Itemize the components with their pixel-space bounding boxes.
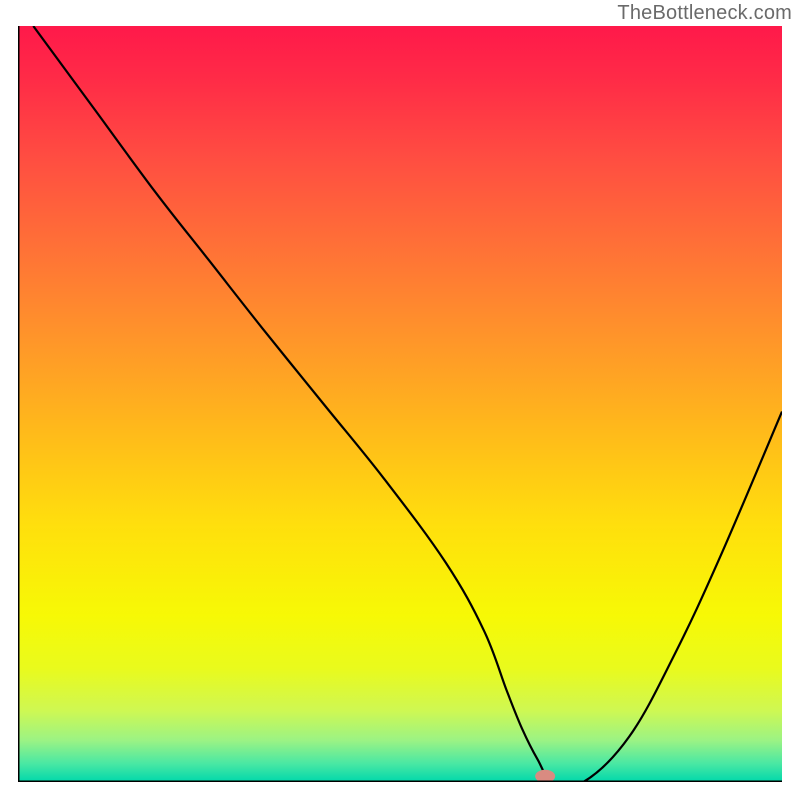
plot-area — [18, 26, 782, 782]
chart-svg — [18, 26, 782, 782]
chart-container: TheBottleneck.com — [0, 0, 800, 800]
watermark-text: TheBottleneck.com — [617, 2, 792, 25]
